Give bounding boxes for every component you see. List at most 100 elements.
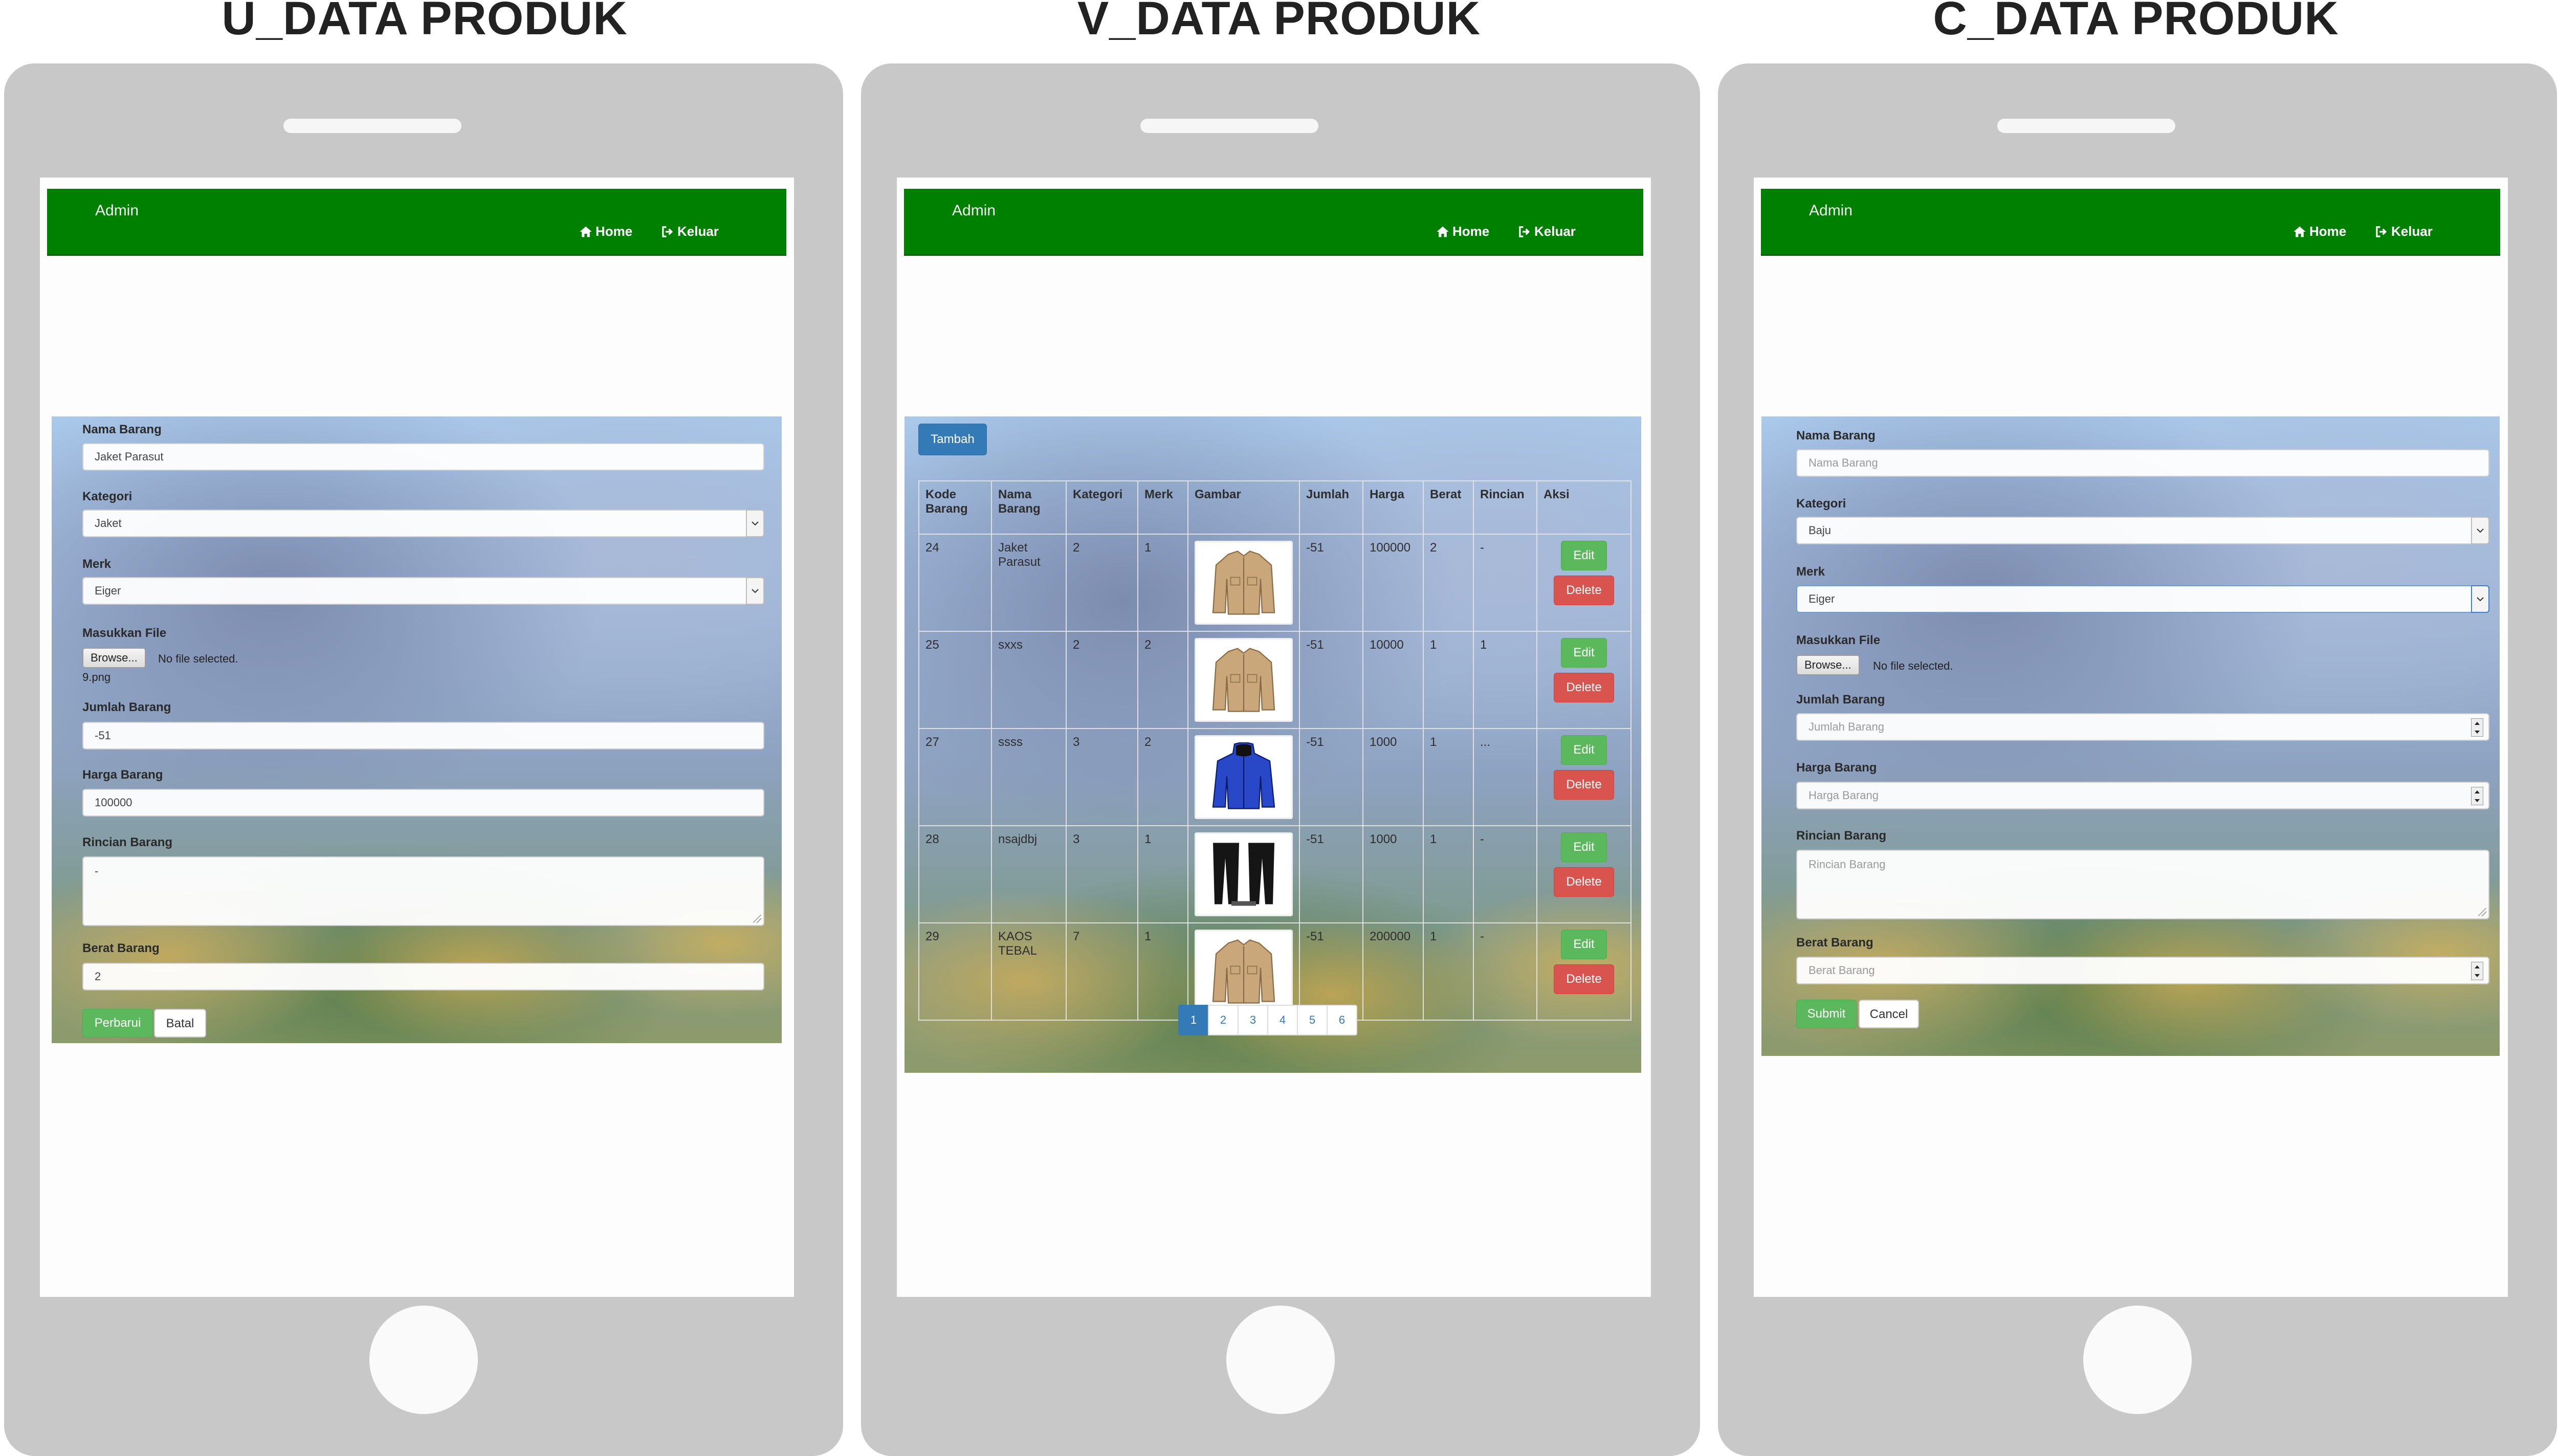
kategori-selected: Baju xyxy=(1809,524,1832,537)
phone-home-button[interactable] xyxy=(2083,1306,2192,1414)
browse-button[interactable]: Browse... xyxy=(82,648,146,668)
nav-home-link[interactable]: Home xyxy=(1436,224,1489,239)
berat-input[interactable]: Berat Barang xyxy=(1796,957,2489,984)
harga-label: Harga Barang xyxy=(1796,761,1877,775)
kategori-select[interactable]: Baju xyxy=(1796,517,2489,544)
harga-input[interactable]: Harga Barang xyxy=(1796,782,2489,809)
merk-selected: Eiger xyxy=(95,584,121,597)
page-6[interactable]: 6 xyxy=(1327,1005,1357,1035)
table-row: 28 nsajdbj 3 1 -51 1000 1 - Edit Delete xyxy=(918,825,1631,923)
form-background: Nama Barang Jaket Parasut Kategori Jaket… xyxy=(52,416,782,1043)
harga-input[interactable]: 100000 xyxy=(82,789,764,817)
merk-select[interactable]: Eiger xyxy=(1796,585,2489,613)
page-5[interactable]: 5 xyxy=(1297,1005,1328,1035)
rincian-textarea[interactable]: Rincian Barang xyxy=(1796,850,2489,919)
kategori-selected: Jaket xyxy=(95,517,122,530)
chevron-down-icon[interactable] xyxy=(746,577,764,605)
cell-berat: 2 xyxy=(1423,534,1474,632)
resize-grip-icon[interactable] xyxy=(2478,908,2486,916)
navbar: Admin Home Keluar xyxy=(47,189,786,256)
kategori-select[interactable]: Jaket xyxy=(82,510,764,537)
cell-merk: 1 xyxy=(1137,825,1188,923)
harga-placeholder: Harga Barang xyxy=(1809,789,1879,802)
resize-grip-icon[interactable] xyxy=(753,915,761,923)
page-4[interactable]: 4 xyxy=(1267,1005,1298,1035)
table-background: Tambah Kode Barang Nama Barang Kategori … xyxy=(905,416,1641,1073)
cell-aksi: Edit Delete xyxy=(1536,922,1631,1021)
number-spinner-icon[interactable] xyxy=(2471,962,2483,980)
cell-nama: KAOS TEBAL xyxy=(991,922,1067,1021)
cell-kategori: 2 xyxy=(1066,631,1138,729)
edit-button[interactable]: Edit xyxy=(1561,832,1607,862)
edit-button[interactable]: Edit xyxy=(1561,638,1607,668)
merk-select[interactable]: Eiger xyxy=(82,577,764,605)
cancel-button[interactable]: Cancel xyxy=(1859,1000,1919,1028)
rincian-value: - xyxy=(95,865,99,877)
form-background: Nama Barang Nama Barang Kategori Baju Me… xyxy=(1761,416,2500,1056)
cell-kategori: 7 xyxy=(1066,922,1138,1021)
delete-button[interactable]: Delete xyxy=(1554,673,1614,702)
browse-button[interactable]: Browse... xyxy=(1796,655,1860,675)
delete-button[interactable]: Delete xyxy=(1554,867,1614,897)
col-aksi: Aksi xyxy=(1536,480,1631,535)
perbarui-button[interactable]: Perbarui xyxy=(82,1009,153,1038)
page-3[interactable]: 3 xyxy=(1238,1005,1268,1035)
nav-keluar-link[interactable]: Keluar xyxy=(2375,224,2433,239)
rincian-label: Rincian Barang xyxy=(82,835,173,849)
cell-rincian: 1 xyxy=(1473,631,1537,729)
submit-button[interactable]: Submit xyxy=(1796,1000,1857,1028)
cell-jumlah: -51 xyxy=(1299,825,1363,923)
phone-update: Admin Home Keluar Nama Barang Jaket Para… xyxy=(4,63,843,1456)
harga-label: Harga Barang xyxy=(82,768,163,782)
cell-nama: ssss xyxy=(991,728,1067,826)
edit-button[interactable]: Edit xyxy=(1561,735,1607,765)
phone-create: Admin Home Keluar Nama Barang Nama Baran… xyxy=(1718,63,2557,1456)
cell-jumlah: -51 xyxy=(1299,631,1363,729)
berat-input[interactable]: 2 xyxy=(82,963,764,990)
number-spinner-icon[interactable] xyxy=(2471,718,2483,737)
nav-home-link[interactable]: Home xyxy=(579,224,632,239)
title-create: C_DATA PRODUK xyxy=(1933,0,2339,45)
number-spinner-icon[interactable] xyxy=(2471,787,2483,805)
nav-keluar-link[interactable]: Keluar xyxy=(1518,224,1576,239)
product-image-blue-jacket xyxy=(1195,735,1293,819)
jumlah-input[interactable]: -51 xyxy=(82,722,764,749)
cell-merk: 2 xyxy=(1137,728,1188,826)
nama-input[interactable]: Jaket Parasut xyxy=(82,443,764,471)
cell-kode: 29 xyxy=(918,922,992,1021)
phone-home-button[interactable] xyxy=(1226,1306,1335,1414)
navbar-brand[interactable]: Admin xyxy=(1809,202,1853,219)
batal-button[interactable]: Batal xyxy=(154,1009,206,1038)
page-2[interactable]: 2 xyxy=(1208,1005,1239,1035)
table-header-row: Kode Barang Nama Barang Kategori Merk Ga… xyxy=(918,480,1631,535)
kategori-label: Kategori xyxy=(82,490,133,503)
delete-button[interactable]: Delete xyxy=(1554,576,1614,605)
nav-keluar-link[interactable]: Keluar xyxy=(661,224,719,239)
rincian-label: Rincian Barang xyxy=(1796,829,1887,843)
edit-button[interactable]: Edit xyxy=(1561,541,1607,570)
tambah-button[interactable]: Tambah xyxy=(918,424,987,455)
delete-button[interactable]: Delete xyxy=(1554,964,1614,994)
nama-input[interactable]: Nama Barang xyxy=(1796,449,2489,477)
edit-button[interactable]: Edit xyxy=(1561,930,1607,959)
phone-home-button[interactable] xyxy=(369,1306,478,1414)
chevron-down-icon[interactable] xyxy=(746,510,764,537)
chevron-down-icon[interactable] xyxy=(2471,517,2489,544)
berat-label: Berat Barang xyxy=(1796,936,1873,950)
nav-home-link[interactable]: Home xyxy=(2293,224,2346,239)
rincian-textarea[interactable]: - xyxy=(82,856,764,926)
page-1[interactable]: 1 xyxy=(1178,1005,1209,1035)
product-table: Kode Barang Nama Barang Kategori Merk Ga… xyxy=(918,480,1631,1021)
cell-berat: 1 xyxy=(1423,728,1474,826)
cell-aksi: Edit Delete xyxy=(1536,534,1631,632)
nav-keluar-label: Keluar xyxy=(677,224,719,239)
jumlah-input[interactable]: Jumlah Barang xyxy=(1796,713,2489,741)
phone-speaker xyxy=(1997,119,2175,133)
delete-button[interactable]: Delete xyxy=(1554,770,1614,800)
chevron-down-icon[interactable] xyxy=(2471,585,2489,613)
cell-rincian: - xyxy=(1473,825,1537,923)
logout-icon xyxy=(1519,226,1530,237)
navbar-brand[interactable]: Admin xyxy=(952,202,996,219)
navbar-brand[interactable]: Admin xyxy=(95,202,139,219)
cell-gambar xyxy=(1187,728,1300,826)
